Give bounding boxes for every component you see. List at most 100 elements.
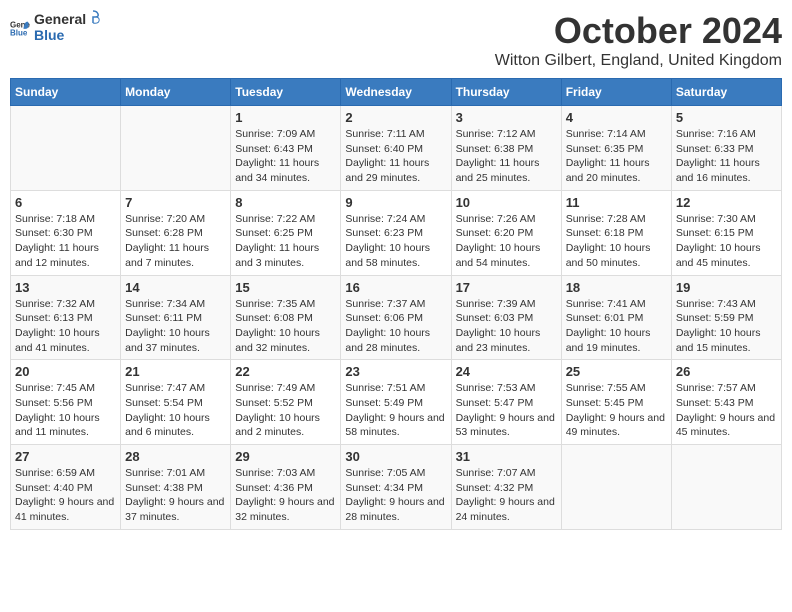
header-monday: Monday: [121, 79, 231, 106]
day-number: 16: [345, 280, 446, 295]
day-info: Sunrise: 7:45 AMSunset: 5:56 PMDaylight:…: [15, 381, 116, 440]
day-info: Sunrise: 7:47 AMSunset: 5:54 PMDaylight:…: [125, 381, 226, 440]
day-number: 4: [566, 110, 667, 125]
logo-blue: Blue: [34, 27, 64, 43]
calendar-table: Sunday Monday Tuesday Wednesday Thursday…: [10, 78, 782, 530]
header-wednesday: Wednesday: [341, 79, 451, 106]
calendar-cell: [121, 106, 231, 191]
calendar-week-1: 1Sunrise: 7:09 AMSunset: 6:43 PMDaylight…: [11, 106, 782, 191]
month-title: October 2024: [495, 10, 782, 52]
day-number: 1: [235, 110, 336, 125]
calendar-cell: 18Sunrise: 7:41 AMSunset: 6:01 PMDayligh…: [561, 275, 671, 360]
calendar-cell: 10Sunrise: 7:26 AMSunset: 6:20 PMDayligh…: [451, 190, 561, 275]
day-info: Sunrise: 7:34 AMSunset: 6:11 PMDaylight:…: [125, 297, 226, 356]
calendar-cell: 8Sunrise: 7:22 AMSunset: 6:25 PMDaylight…: [231, 190, 341, 275]
day-number: 17: [456, 280, 557, 295]
calendar-cell: [671, 445, 781, 530]
logo-icon: General Blue: [10, 18, 30, 38]
calendar-cell: 19 Sunrise: 7:43 AMSunset: 5:59 PMDayligh…: [671, 275, 781, 360]
calendar-cell: 7 Sunrise: 7:20 AMSunset: 6:28 PMDaylight…: [121, 190, 231, 275]
calendar-cell: 28Sunrise: 7:01 AMSunset: 4:38 PMDayligh…: [121, 445, 231, 530]
day-number: 30: [345, 449, 446, 464]
calendar-week-2: 6 Sunrise: 7:18 AMSunset: 6:30 PMDaylight…: [11, 190, 782, 275]
day-info: Sunrise: 7:24 AMSunset: 6:23 PMDaylight:…: [345, 212, 446, 271]
day-info: Sunrise: 7:01 AMSunset: 4:38 PMDaylight:…: [125, 466, 226, 525]
day-number: 9: [345, 195, 446, 210]
day-info: Sunrise: 7:26 AMSunset: 6:20 PMDaylight:…: [456, 212, 557, 271]
title-area: October 2024 Witton Gilbert, England, Un…: [495, 10, 782, 70]
day-info: Sunrise: 7:55 AMSunset: 5:45 PMDaylight:…: [566, 381, 667, 440]
calendar-cell: 11Sunrise: 7:28 AMSunset: 6:18 PMDayligh…: [561, 190, 671, 275]
day-number: 31: [456, 449, 557, 464]
day-info: Sunrise: 7:30 AMSunset: 6:15 PMDaylight:…: [676, 212, 777, 271]
day-number: 22: [235, 364, 336, 379]
day-number: 13: [15, 280, 116, 295]
day-number: 20: [15, 364, 116, 379]
calendar-cell: [561, 445, 671, 530]
calendar-cell: 3Sunrise: 7:12 AMSunset: 6:38 PMDaylight…: [451, 106, 561, 191]
header: General Blue General Blue October 2024 W…: [10, 10, 782, 70]
day-number: 24: [456, 364, 557, 379]
day-info: Sunrise: 7:57 AMSunset: 5:43 PMDaylight:…: [676, 381, 777, 440]
calendar-body: 1Sunrise: 7:09 AMSunset: 6:43 PMDaylight…: [11, 106, 782, 530]
svg-text:Blue: Blue: [10, 28, 28, 37]
calendar-cell: 29Sunrise: 7:03 AMSunset: 4:36 PMDayligh…: [231, 445, 341, 530]
header-friday: Friday: [561, 79, 671, 106]
day-info: Sunrise: 7:43 AMSunset: 5:59 PMDaylight:…: [676, 297, 777, 356]
calendar-cell: 2Sunrise: 7:11 AMSunset: 6:40 PMDaylight…: [341, 106, 451, 191]
header-row: Sunday Monday Tuesday Wednesday Thursday…: [11, 79, 782, 106]
calendar-cell: 9 Sunrise: 7:24 AMSunset: 6:23 PMDaylight…: [341, 190, 451, 275]
day-number: 23: [345, 364, 446, 379]
logo-flag-icon: [86, 10, 100, 24]
calendar-cell: 14Sunrise: 7:34 AMSunset: 6:11 PMDayligh…: [121, 275, 231, 360]
day-info: Sunrise: 7:11 AMSunset: 6:40 PMDaylight:…: [345, 127, 446, 186]
day-info: Sunrise: 7:07 AMSunset: 4:32 PMDaylight:…: [456, 466, 557, 525]
calendar-cell: 1Sunrise: 7:09 AMSunset: 6:43 PMDaylight…: [231, 106, 341, 191]
logo-general: General: [34, 11, 86, 27]
day-number: 6: [15, 195, 116, 210]
day-info: Sunrise: 7:53 AMSunset: 5:47 PMDaylight:…: [456, 381, 557, 440]
calendar-week-3: 13Sunrise: 7:32 AMSunset: 6:13 PMDayligh…: [11, 275, 782, 360]
day-number: 21: [125, 364, 226, 379]
calendar-cell: 25 Sunrise: 7:55 AMSunset: 5:45 PMDayligh…: [561, 360, 671, 445]
day-number: 5: [676, 110, 777, 125]
calendar-cell: 12 Sunrise: 7:30 AMSunset: 6:15 PMDayligh…: [671, 190, 781, 275]
day-number: 15: [235, 280, 336, 295]
day-info: Sunrise: 7:39 AMSunset: 6:03 PMDaylight:…: [456, 297, 557, 356]
day-info: Sunrise: 7:35 AMSunset: 6:08 PMDaylight:…: [235, 297, 336, 356]
day-number: 12: [676, 195, 777, 210]
day-info: Sunrise: 7:16 AMSunset: 6:33 PMDaylight:…: [676, 127, 777, 186]
calendar-cell: 24 Sunrise: 7:53 AMSunset: 5:47 PMDayligh…: [451, 360, 561, 445]
day-info: Sunrise: 7:41 AMSunset: 6:01 PMDaylight:…: [566, 297, 667, 356]
day-info: Sunrise: 7:05 AMSunset: 4:34 PMDaylight:…: [345, 466, 446, 525]
day-info: Sunrise: 6:59 AMSunset: 4:40 PMDaylight:…: [15, 466, 116, 525]
day-number: 29: [235, 449, 336, 464]
calendar-cell: 15 Sunrise: 7:35 AMSunset: 6:08 PMDayligh…: [231, 275, 341, 360]
calendar-cell: 5 Sunrise: 7:16 AMSunset: 6:33 PMDaylight…: [671, 106, 781, 191]
calendar-cell: 26Sunrise: 7:57 AMSunset: 5:43 PMDayligh…: [671, 360, 781, 445]
day-number: 25: [566, 364, 667, 379]
calendar-cell: 20 Sunrise: 7:45 AMSunset: 5:56 PMDayligh…: [11, 360, 121, 445]
calendar-cell: 6 Sunrise: 7:18 AMSunset: 6:30 PMDaylight…: [11, 190, 121, 275]
calendar-cell: 21 Sunrise: 7:47 AMSunset: 5:54 PMDayligh…: [121, 360, 231, 445]
calendar-cell: 27 Sunrise: 6:59 AMSunset: 4:40 PMDayligh…: [11, 445, 121, 530]
calendar-week-4: 20 Sunrise: 7:45 AMSunset: 5:56 PMDayligh…: [11, 360, 782, 445]
day-info: Sunrise: 7:18 AMSunset: 6:30 PMDaylight:…: [15, 212, 116, 271]
calendar-cell: 31 Sunrise: 7:07 AMSunset: 4:32 PMDayligh…: [451, 445, 561, 530]
header-sunday: Sunday: [11, 79, 121, 106]
day-number: 27: [15, 449, 116, 464]
day-number: 19: [676, 280, 777, 295]
header-tuesday: Tuesday: [231, 79, 341, 106]
day-number: 7: [125, 195, 226, 210]
day-info: Sunrise: 7:20 AMSunset: 6:28 PMDaylight:…: [125, 212, 226, 271]
day-info: Sunrise: 7:28 AMSunset: 6:18 PMDaylight:…: [566, 212, 667, 271]
header-saturday: Saturday: [671, 79, 781, 106]
day-number: 3: [456, 110, 557, 125]
logo: General Blue General Blue: [10, 10, 100, 45]
day-info: Sunrise: 7:51 AMSunset: 5:49 PMDaylight:…: [345, 381, 446, 440]
day-info: Sunrise: 7:37 AMSunset: 6:06 PMDaylight:…: [345, 297, 446, 356]
calendar-cell: [11, 106, 121, 191]
calendar-cell: 17 Sunrise: 7:39 AMSunset: 6:03 PMDayligh…: [451, 275, 561, 360]
calendar-cell: 30 Sunrise: 7:05 AMSunset: 4:34 PMDayligh…: [341, 445, 451, 530]
day-info: Sunrise: 7:22 AMSunset: 6:25 PMDaylight:…: [235, 212, 336, 271]
